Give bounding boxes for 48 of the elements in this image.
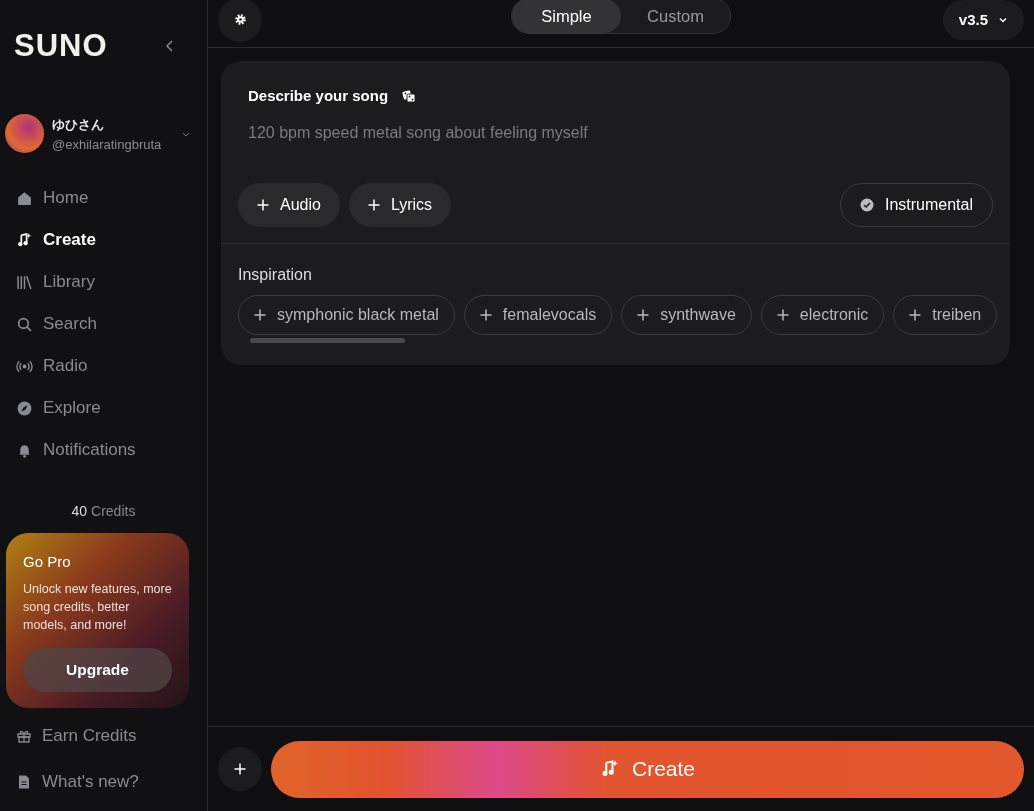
credits-count: 40 Credits	[70, 503, 137, 519]
gift-icon	[16, 728, 32, 744]
sidebar-link[interactable]: Earn Credits	[0, 713, 207, 759]
logo[interactable]: SUNO	[14, 28, 108, 64]
plus-icon	[367, 199, 380, 211]
plus-icon	[637, 309, 650, 321]
add-button[interactable]	[218, 747, 262, 791]
promo-title: Go Pro	[23, 553, 72, 570]
check-circle-icon	[859, 198, 874, 212]
nav-item[interactable]: Home	[0, 177, 207, 219]
mode-tab[interactable]: Simple	[512, 0, 621, 33]
dice-icon[interactable]	[402, 88, 417, 103]
document-icon	[16, 774, 32, 790]
nav-item[interactable]: Explore	[0, 387, 207, 429]
promo-text: Unlock new features, more song credits, better models, and more!	[23, 581, 172, 634]
song-description-field[interactable]: 120 bpm speed metal song about feeling myself	[248, 124, 948, 142]
nav-item[interactable]: Notifications	[0, 429, 207, 471]
plus-icon	[234, 763, 246, 775]
user-name: ゆひさん	[52, 115, 105, 134]
nav-item[interactable]: Create	[0, 219, 207, 261]
upgrade-button[interactable]: Upgrade	[23, 648, 172, 692]
inspiration-label: Inspiration	[238, 266, 313, 284]
home-icon	[16, 189, 33, 207]
avatar[interactable]	[5, 114, 44, 153]
create-button[interactable]: Create	[271, 740, 1024, 798]
plus-icon	[909, 309, 922, 321]
prompt-label: Describe your song	[248, 87, 389, 104]
search-icon	[16, 315, 33, 333]
music-note-sparkle-icon	[16, 231, 33, 249]
settings-button[interactable]	[218, 0, 262, 42]
library-icon	[16, 273, 33, 291]
plus-icon	[479, 309, 492, 321]
plus-icon	[254, 309, 266, 321]
compass-icon	[16, 399, 33, 417]
plus-icon	[257, 199, 269, 211]
scrollbar-thumb[interactable]	[250, 338, 405, 343]
user-handle: @exhilaratingbruta	[52, 136, 163, 152]
add-button[interactable]: Audio	[238, 183, 340, 227]
sidebar-link[interactable]: What's new?	[0, 759, 207, 805]
nav-item[interactable]: Library	[0, 261, 207, 303]
version-dropdown[interactable]: v3.5	[942, 0, 1024, 40]
mode-tab[interactable]: Custom	[621, 0, 730, 33]
settings-icon	[233, 13, 247, 26]
nav-item[interactable]: Radio	[0, 345, 207, 387]
music-note-sparkle-icon	[600, 759, 620, 779]
add-button[interactable]: Lyrics	[348, 183, 452, 227]
nav-item[interactable]: Search	[0, 303, 207, 345]
plus-icon	[776, 309, 789, 321]
